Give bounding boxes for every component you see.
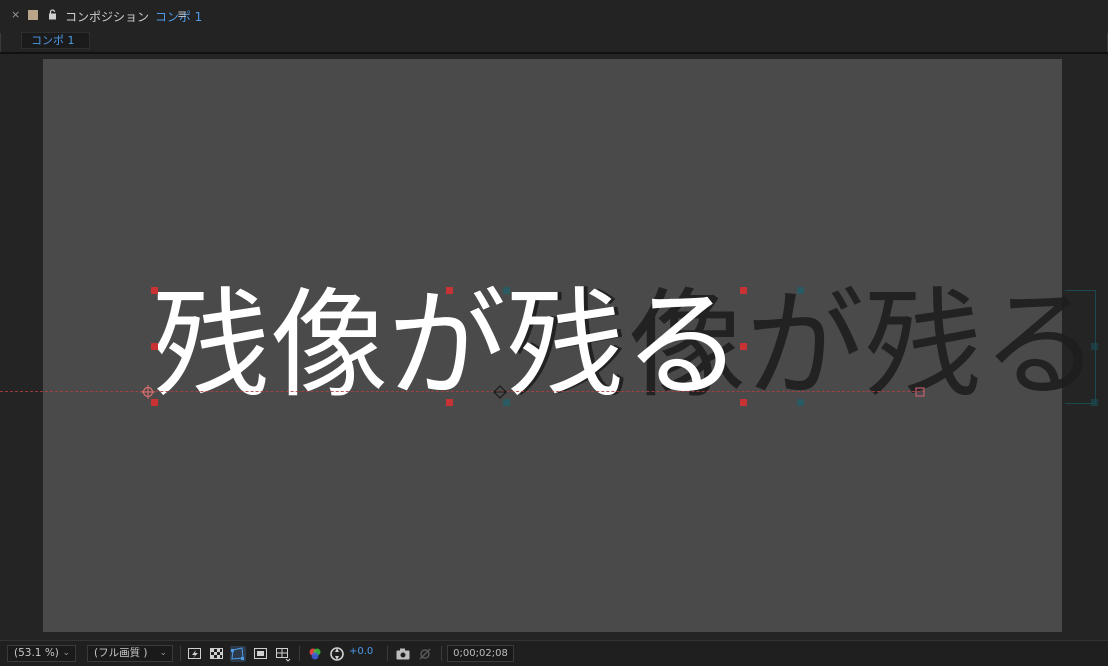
layer-bounding-box [1065, 290, 1096, 404]
layer-handle[interactable] [151, 287, 158, 294]
toolbar-divider [441, 646, 442, 661]
region-of-interest-icon[interactable] [253, 646, 269, 662]
layer-handle[interactable] [446, 399, 453, 406]
motion-path[interactable] [0, 391, 925, 392]
layer-handle[interactable] [503, 399, 510, 406]
panel-menu-icon[interactable]: ≡ [177, 7, 187, 21]
anchor-point-icon[interactable] [493, 385, 507, 399]
anchor-point-icon[interactable] [141, 385, 155, 399]
close-panel-button[interactable]: × [11, 8, 20, 21]
toolbar-divider [180, 646, 181, 661]
layer-handle[interactable] [740, 343, 747, 350]
reset-exposure-icon[interactable] [329, 646, 345, 662]
lock-icon[interactable] [48, 9, 57, 20]
tab-comp-1[interactable]: コンポ 1 [21, 32, 90, 49]
main-text-layer[interactable]: 残像が残る [152, 286, 742, 404]
layer-handle[interactable] [446, 287, 453, 294]
show-snapshot-icon[interactable] [417, 646, 433, 662]
current-time-field[interactable]: 0;00;02;08 [447, 645, 514, 662]
layer-handle[interactable] [151, 343, 158, 350]
layer-handle[interactable] [151, 399, 158, 406]
exposure-value[interactable]: +0.0 [349, 646, 373, 657]
toolbar-divider [299, 646, 300, 661]
layer-handle[interactable] [740, 399, 747, 406]
label-color-swatch[interactable] [28, 10, 38, 20]
layer-handle[interactable] [740, 287, 747, 294]
fast-preview-icon[interactable] [187, 646, 203, 662]
composition-viewer[interactable]: 残像が残る 残像が残る [0, 54, 1108, 640]
viewer-toolbar: (53.1 %) ⌄ (フル画質 ) ⌄ +0.0 0;00;02;08 [0, 640, 1108, 666]
panel-header: × コンポジション コンポ 1 ≡ [0, 0, 1108, 33]
magnification-dropdown[interactable]: (53.1 %) ⌄ [7, 645, 76, 662]
chevron-down-icon: ⌄ [62, 648, 70, 658]
toolbar-divider [387, 646, 388, 661]
snapshot-camera-icon[interactable] [395, 646, 411, 662]
grid-guides-icon[interactable] [275, 646, 291, 662]
resolution-dropdown[interactable]: (フル画質 ) ⌄ [87, 645, 173, 662]
magnification-value: (53.1 %) [14, 647, 59, 659]
resolution-value: (フル画質 ) [94, 647, 148, 659]
chevron-down-icon: ⌄ [159, 648, 167, 658]
mask-path-visibility-icon[interactable] [230, 646, 246, 662]
layer-handle[interactable] [503, 287, 510, 294]
keyframe-end-icon[interactable] [913, 385, 927, 399]
panel-label: コンポジション [65, 10, 150, 24]
layer-handle[interactable] [797, 287, 804, 294]
channel-rgb-icon[interactable] [307, 646, 323, 662]
layer-handle[interactable] [797, 399, 804, 406]
transparency-grid-icon[interactable] [209, 646, 225, 662]
